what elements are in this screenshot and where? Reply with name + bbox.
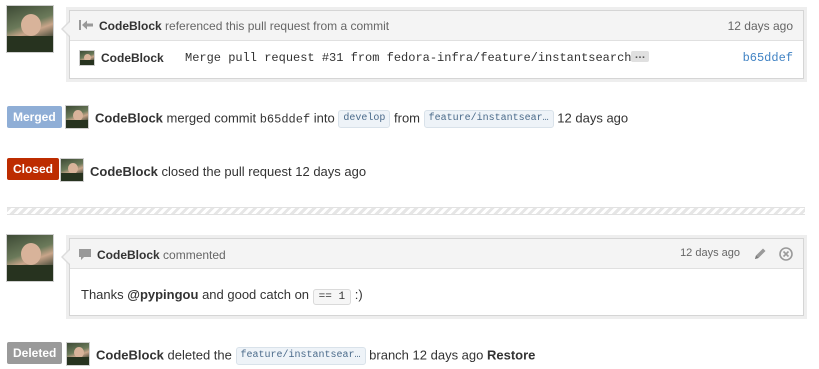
- event-description: commented: [163, 248, 226, 262]
- commit-author[interactable]: CodeBlock: [101, 51, 164, 65]
- expand-commit-button[interactable]: …: [631, 50, 649, 62]
- timestamp[interactable]: 12 days ago: [680, 247, 740, 259]
- commit-row: CodeBlock Merge pull request #31 from fe…: [70, 41, 803, 77]
- restore-button[interactable]: Restore: [487, 347, 535, 362]
- commit-author-avatar[interactable]: [79, 50, 95, 66]
- comment-icon: [78, 248, 92, 261]
- commit-sha-link[interactable]: b65ddef: [260, 112, 310, 126]
- close-icon[interactable]: [779, 247, 793, 261]
- comment-text: :): [354, 287, 363, 302]
- inline-code: == 1: [312, 289, 352, 305]
- pencil-icon[interactable]: [753, 247, 767, 261]
- closed-event-text: CodeBlock closed the pull request 12 day…: [90, 164, 366, 179]
- comment-header: CodeBlock commented 12 days ago: [70, 239, 803, 269]
- reference-box: CodeBlock referenced this pull request f…: [61, 10, 804, 79]
- user-link[interactable]: CodeBlock: [90, 164, 158, 179]
- avatar[interactable]: [6, 5, 54, 53]
- avatar[interactable]: [65, 105, 89, 129]
- avatar[interactable]: [60, 158, 84, 182]
- user-mention[interactable]: @pypingou: [127, 287, 198, 302]
- deleted-branch-label: feature/instantsear…: [235, 347, 366, 365]
- timestamp[interactable]: 12 days ago: [295, 164, 366, 179]
- speech-arrow: [61, 249, 70, 265]
- closed-badge: Closed: [7, 158, 60, 180]
- speech-arrow: [61, 21, 70, 37]
- merged-badge: Merged: [7, 106, 62, 128]
- event-description: deleted the: [167, 347, 232, 363]
- timeline-divider: [7, 207, 805, 215]
- commit-message[interactable]: Merge pull request #31 from fedora-infra…: [185, 51, 631, 65]
- reference-header: CodeBlock referenced this pull request f…: [70, 11, 803, 41]
- user-link[interactable]: CodeBlock: [99, 19, 162, 33]
- timestamp[interactable]: 12 days ago: [728, 19, 793, 33]
- event-description: referenced this pull request from a comm…: [165, 19, 390, 33]
- commit-reference-icon: [79, 18, 93, 32]
- comment-text: Thanks: [81, 287, 124, 302]
- comment-box: CodeBlock commented 12 days ago Thanks @…: [61, 238, 804, 316]
- deleted-badge: Deleted: [7, 342, 63, 364]
- event-description: merged commit: [166, 110, 257, 126]
- user-link[interactable]: CodeBlock: [95, 110, 163, 125]
- event-description: branch: [369, 347, 409, 363]
- comment-body: Thanks @pypingou and good catch on == 1 …: [81, 287, 363, 305]
- head-branch-label[interactable]: feature/instantsear…: [423, 110, 554, 128]
- avatar[interactable]: [6, 234, 54, 282]
- base-branch-label[interactable]: develop: [338, 110, 391, 128]
- deleted-event-text: CodeBlock deleted the feature/instantsea…: [96, 347, 535, 365]
- timestamp[interactable]: 12 days ago: [413, 347, 484, 362]
- event-description: from: [394, 110, 421, 126]
- user-link[interactable]: CodeBlock: [96, 347, 164, 362]
- merged-event-text: CodeBlock merged commit b65ddef into dev…: [95, 110, 628, 128]
- event-description: into: [313, 110, 335, 126]
- comment-text: and good catch on: [202, 287, 310, 302]
- user-link[interactable]: CodeBlock: [97, 248, 160, 262]
- commit-sha-link[interactable]: b65ddef: [743, 51, 793, 65]
- event-description: closed the pull request: [161, 164, 292, 179]
- timestamp[interactable]: 12 days ago: [557, 110, 628, 125]
- avatar[interactable]: [66, 342, 90, 366]
